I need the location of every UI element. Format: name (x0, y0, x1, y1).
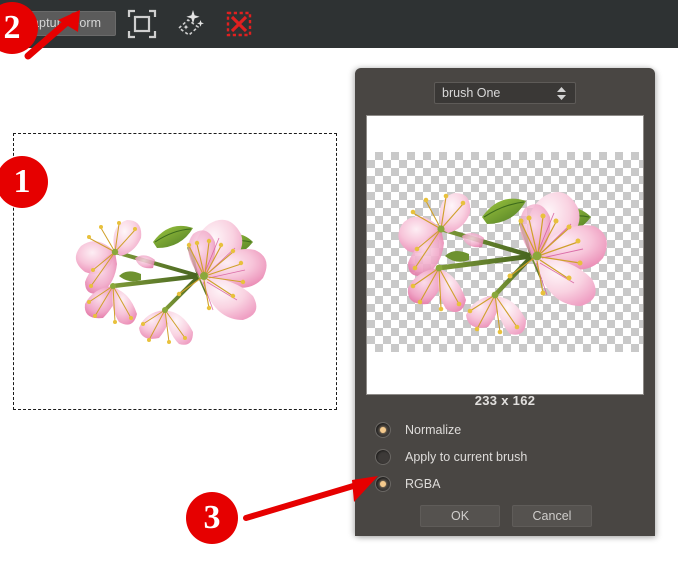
radio-indicator-rgba (375, 476, 391, 492)
radio-option-normalize[interactable]: Normalize (375, 420, 635, 442)
canvas-artwork-cherry-blossom (75, 219, 267, 345)
capture-frame-icon[interactable] (124, 6, 160, 42)
radio-label-rgba: RGBA (405, 477, 441, 491)
radio-option-rgba[interactable]: RGBA (375, 474, 635, 496)
ok-button[interactable]: OK (420, 505, 500, 527)
capture-form-dialog: brush One 233 x 162 Normalize Apply to c… (355, 68, 655, 536)
radio-label-apply-to-current-brush: Apply to current brush (405, 450, 528, 464)
radio-indicator-normalize (375, 422, 391, 438)
annotation-badge-3: 3 (186, 492, 238, 544)
preview-size-label: 233 x 162 (474, 393, 536, 408)
deselect-icon[interactable] (221, 6, 257, 42)
canvas-selection-marquee[interactable] (13, 133, 337, 410)
app-root: Capture Form brush One 233 x 162 Normali… (0, 0, 678, 568)
radio-label-normalize: Normalize (405, 423, 462, 437)
cancel-button[interactable]: Cancel (512, 505, 592, 527)
toolbar: Capture Form (0, 0, 678, 48)
radio-option-apply-to-current-brush[interactable]: Apply to current brush (375, 447, 635, 469)
brush-preview-frame (366, 115, 644, 395)
brush-select-dropdown[interactable]: brush One (434, 82, 576, 104)
magic-select-icon[interactable] (172, 6, 208, 42)
radio-indicator-apply-to-current-brush (375, 449, 391, 465)
brush-select-value: brush One (442, 86, 501, 100)
stepper-arrows-icon (557, 87, 566, 100)
preview-artwork-cherry-blossom (398, 191, 607, 335)
